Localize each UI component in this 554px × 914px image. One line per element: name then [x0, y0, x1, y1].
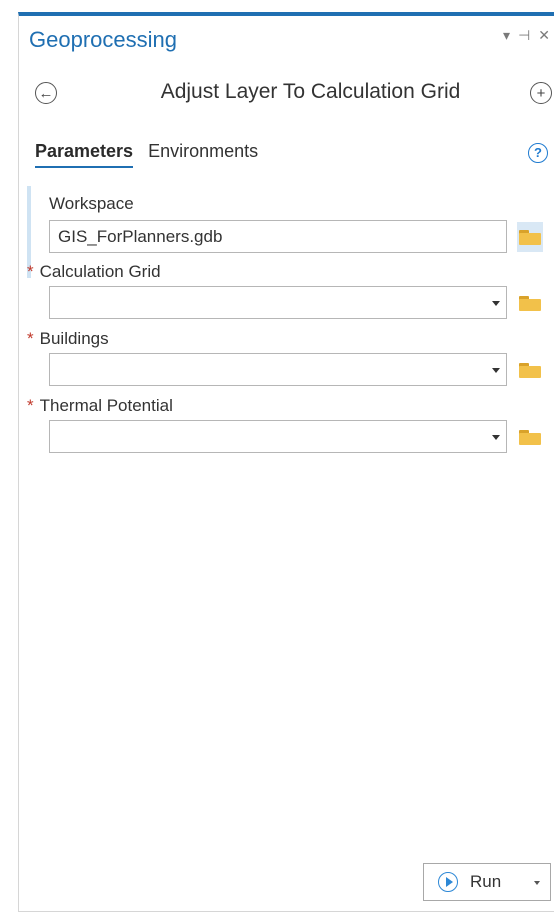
param-label: Workspace	[49, 194, 134, 213]
folder-icon	[519, 362, 541, 378]
buildings-browse-button[interactable]	[517, 355, 543, 385]
run-button[interactable]: Run	[423, 863, 551, 901]
tab-bar: Parameters Environments	[35, 141, 268, 168]
thermal-potential-browse-button[interactable]	[517, 422, 543, 452]
required-marker: *	[27, 396, 34, 415]
thermal-potential-dropdown[interactable]	[49, 420, 507, 453]
tool-title: Adjust Layer To Calculation Grid	[160, 80, 461, 103]
tool-header: ← Adjust Layer To Calculation Grid +	[19, 78, 554, 118]
tab-parameters[interactable]: Parameters	[35, 141, 134, 168]
pane-menu-icon[interactable]: ▾	[503, 28, 510, 42]
param-label: * Buildings	[27, 329, 109, 348]
required-marker: *	[27, 329, 34, 348]
window-controls: ▾ ⊣ ✕	[503, 28, 550, 42]
run-options-chevron-icon[interactable]	[534, 881, 540, 885]
calculation-grid-browse-button[interactable]	[517, 288, 543, 318]
workspace-input[interactable]: GIS_ForPlanners.gdb	[49, 220, 507, 253]
chevron-down-icon	[492, 301, 500, 306]
workspace-browse-button[interactable]	[517, 222, 543, 252]
run-label: Run	[470, 872, 502, 891]
chevron-down-icon	[492, 435, 500, 440]
tab-environments[interactable]: Environments	[148, 141, 258, 166]
add-icon: +	[536, 84, 546, 102]
geoprocessing-pane: Geoprocessing ▾ ⊣ ✕ ← Adjust Layer To Ca…	[18, 12, 554, 912]
pin-icon[interactable]: ⊣	[518, 28, 530, 42]
help-icon[interactable]: ?	[528, 143, 548, 163]
folder-icon	[519, 429, 541, 445]
required-marker: *	[27, 262, 34, 281]
param-label: * Calculation Grid	[27, 262, 161, 281]
calculation-grid-dropdown[interactable]	[49, 286, 507, 319]
param-label: * Thermal Potential	[27, 396, 173, 415]
folder-icon	[519, 229, 541, 245]
play-icon	[438, 872, 458, 892]
add-button[interactable]: +	[530, 82, 552, 104]
chevron-down-icon	[492, 368, 500, 373]
pane-title: Geoprocessing	[29, 27, 177, 52]
folder-icon	[519, 295, 541, 311]
buildings-dropdown[interactable]	[49, 353, 507, 386]
close-icon[interactable]: ✕	[538, 28, 550, 42]
